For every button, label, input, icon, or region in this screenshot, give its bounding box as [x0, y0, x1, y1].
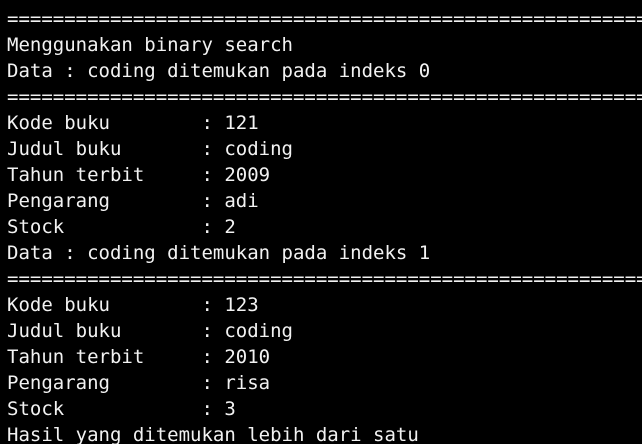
- book-title-line: Judul buku : coding: [7, 138, 293, 160]
- summary-line: Hasil yang ditemukan lebih dari satu: [7, 424, 419, 444]
- stock-line: Stock : 3: [7, 398, 236, 420]
- book-title-line: Judul buku : coding: [7, 320, 293, 342]
- search-method-line: Menggunakan binary search: [7, 34, 293, 56]
- stock-line: Stock : 2: [7, 216, 236, 238]
- console-window[interactable]: ========================================…: [0, 0, 642, 444]
- separator-line: ========================================…: [7, 268, 642, 290]
- book-code-line: Kode buku : 121: [7, 112, 259, 134]
- separator-line: ========================================…: [7, 8, 642, 30]
- result-index-line: Data : coding ditemukan pada indeks 0: [7, 60, 431, 82]
- console-output: ========================================…: [7, 0, 642, 444]
- book-code-line: Kode buku : 123: [7, 294, 259, 316]
- author-line: Pengarang : risa: [7, 372, 271, 394]
- author-line: Pengarang : adi: [7, 190, 259, 212]
- publish-year-line: Tahun terbit : 2009: [7, 164, 271, 186]
- result-index-line: Data : coding ditemukan pada indeks 1: [7, 242, 431, 264]
- separator-line: ========================================…: [7, 86, 642, 108]
- publish-year-line: Tahun terbit : 2010: [7, 346, 271, 368]
